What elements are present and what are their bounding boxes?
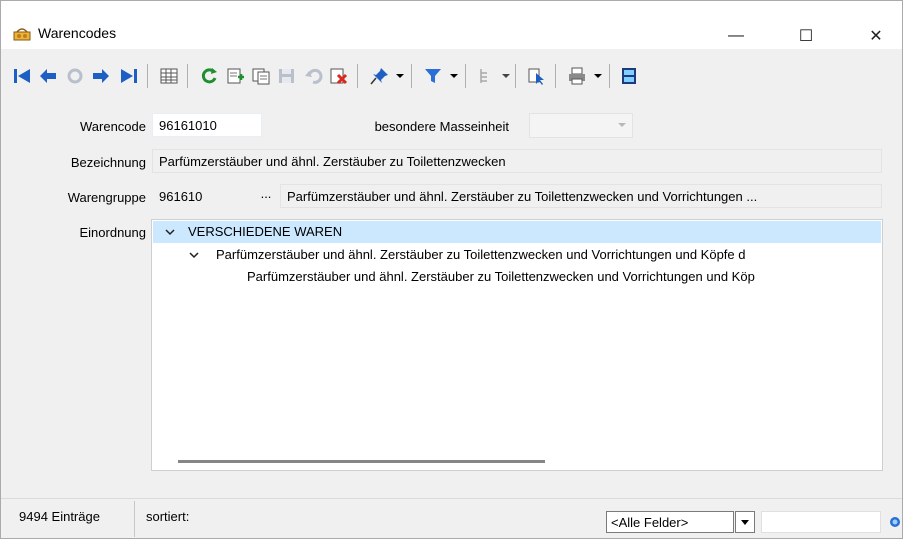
undo-icon: [301, 64, 325, 88]
title-bar: Warencodes — ☐ ✕: [1, 1, 902, 49]
tree-node[interactable]: VERSCHIEDENE WAREN: [188, 224, 342, 239]
filter-dropdown-icon[interactable]: [449, 70, 459, 82]
toolbar-separator: [515, 64, 516, 88]
scrollbar-thumb[interactable]: [178, 460, 545, 463]
sort-status: sortiert:: [146, 509, 190, 524]
print-dropdown-icon[interactable]: [593, 70, 603, 82]
delete-icon[interactable]: [327, 64, 351, 88]
warengruppe-text-field: Parfümzerstäuber und ähnl. Zerstäuber zu…: [280, 184, 882, 208]
chevron-down-icon[interactable]: [188, 249, 200, 261]
warengruppe-label: Warengruppe: [67, 190, 146, 205]
search-input[interactable]: [761, 511, 881, 533]
einordnung-label: Einordnung: [79, 225, 147, 240]
field-filter-combo[interactable]: <Alle Felder>: [606, 511, 734, 533]
toolbar-separator: [609, 64, 610, 88]
warengruppe-code-field[interactable]: 961610: [152, 184, 254, 208]
warencodes-window: Warencodes — ☐ ✕ Warencode 96161010 beso…: [0, 0, 903, 539]
chevron-down-icon: [618, 123, 626, 127]
toolbar-separator: [411, 64, 412, 88]
layout-icon[interactable]: [617, 64, 641, 88]
last-record-icon[interactable]: [117, 64, 141, 88]
close-button[interactable]: ✕: [853, 21, 899, 51]
cursor-select-icon[interactable]: [525, 64, 549, 88]
print-icon[interactable]: [565, 64, 589, 88]
minimize-button[interactable]: —: [713, 21, 759, 51]
table-view-icon[interactable]: [157, 64, 181, 88]
toolbar-separator: [357, 64, 358, 88]
toolbar: [1, 58, 902, 94]
refresh-disabled-icon: [63, 64, 87, 88]
masseinheit-label: besondere Masseinheit: [374, 119, 509, 134]
masseinheit-combo: [529, 113, 633, 138]
app-icon: [13, 27, 31, 41]
next-record-icon[interactable]: [89, 64, 113, 88]
warencode-field[interactable]: 96161010: [152, 113, 262, 137]
reload-icon[interactable]: [197, 64, 221, 88]
toolbar-separator: [465, 64, 466, 88]
status-separator: [134, 501, 135, 537]
record-count: 9494 Einträge: [19, 509, 100, 524]
chevron-down-icon: [741, 520, 749, 525]
pin-dropdown-icon[interactable]: [395, 70, 405, 82]
filter-icon[interactable]: [421, 64, 445, 88]
pin-icon[interactable]: [367, 64, 391, 88]
field-filter-dropdown[interactable]: [735, 511, 755, 533]
search-icon[interactable]: [887, 515, 901, 532]
window-title: Warencodes: [38, 25, 117, 41]
first-record-icon[interactable]: [10, 64, 34, 88]
toolbar-separator: [147, 64, 148, 88]
previous-record-icon[interactable]: [36, 64, 60, 88]
einordnung-tree[interactable]: VERSCHIEDENE WAREN Parfümzerstäuber und …: [151, 219, 883, 471]
new-record-icon[interactable]: [223, 64, 247, 88]
tree-dropdown-icon: [501, 70, 511, 82]
warencode-label: Warencode: [80, 119, 146, 134]
toolbar-separator: [555, 64, 556, 88]
save-icon: [275, 64, 299, 88]
maximize-button[interactable]: ☐: [783, 21, 829, 51]
chevron-down-icon[interactable]: [164, 226, 176, 238]
toolbar-separator: [187, 64, 188, 88]
tree-icon: [475, 64, 499, 88]
bezeichnung-field[interactable]: Parfümzerstäuber und ähnl. Zerstäuber zu…: [152, 149, 882, 173]
copy-record-icon[interactable]: [249, 64, 273, 88]
bezeichnung-label: Bezeichnung: [70, 155, 146, 170]
tree-node[interactable]: Parfümzerstäuber und ähnl. Zerstäuber zu…: [216, 247, 745, 262]
warengruppe-browse-button[interactable]: ...: [254, 184, 278, 208]
tree-node[interactable]: Parfümzerstäuber und ähnl. Zerstäuber zu…: [247, 269, 755, 284]
